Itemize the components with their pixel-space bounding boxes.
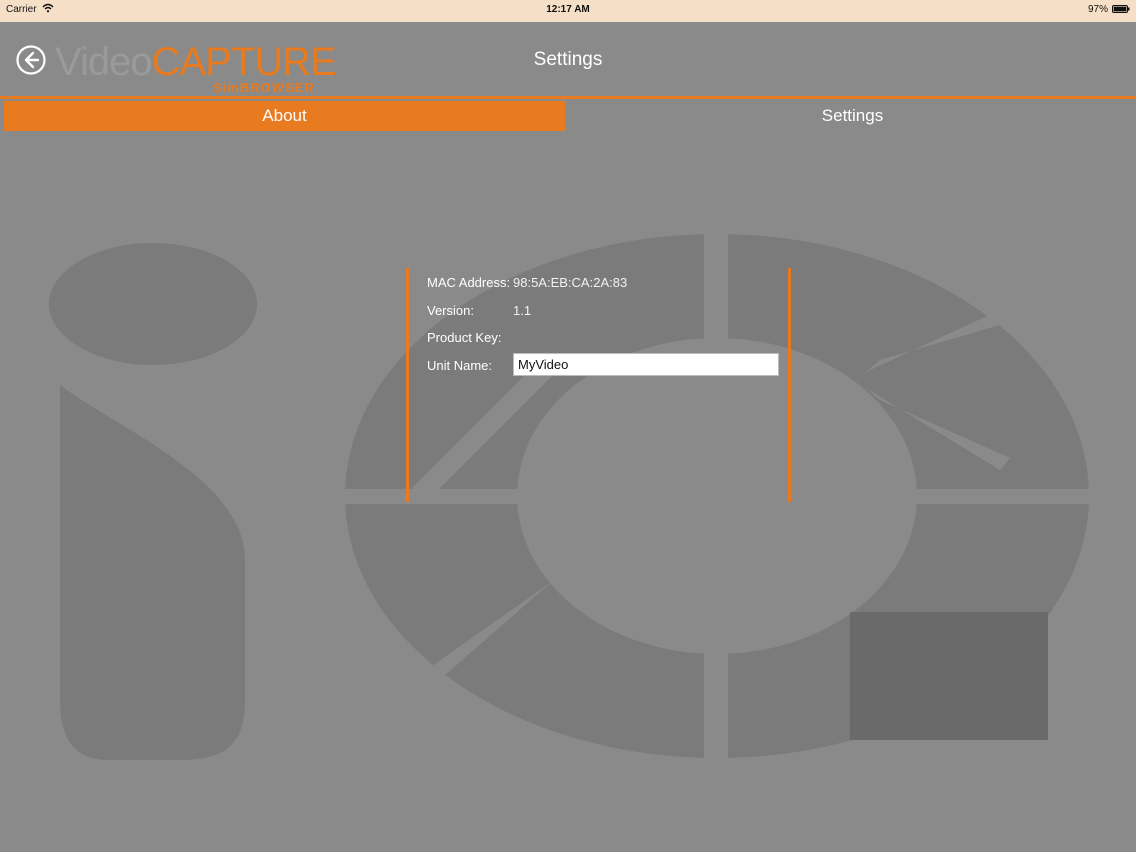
mac-address-label: MAC Address: [427, 275, 511, 290]
about-info-panel: MAC Address: 98:5A:EB:CA:2A:83 Version: … [405, 266, 793, 502]
panel-left-border [406, 268, 409, 502]
version-value: 1.1 [513, 303, 532, 318]
product-key-label: Product Key: [427, 330, 502, 345]
unit-name-input[interactable] [513, 353, 779, 376]
version-label: Version: [427, 303, 474, 318]
unit-name-label: Unit Name: [427, 358, 493, 373]
tab-about[interactable]: About [4, 101, 565, 131]
page-title: Settings [533, 49, 603, 70]
tab-settings[interactable]: Settings [569, 101, 1136, 131]
clock: 12:17 AM [546, 4, 590, 15]
app-header: VideoCAPTURE SimBROWSER Settings [0, 22, 1136, 98]
status-bar: Carrier 12:17 AM 97% [0, 0, 1136, 22]
mac-address-value: 98:5A:EB:CA:2A:83 [513, 275, 628, 290]
logo-subtitle: SimBROWSER [213, 80, 315, 95]
battery-percent: 97% [1087, 4, 1108, 15]
panel-right-border [788, 268, 791, 502]
battery-icon [1112, 5, 1130, 13]
header-divider [0, 96, 1136, 99]
